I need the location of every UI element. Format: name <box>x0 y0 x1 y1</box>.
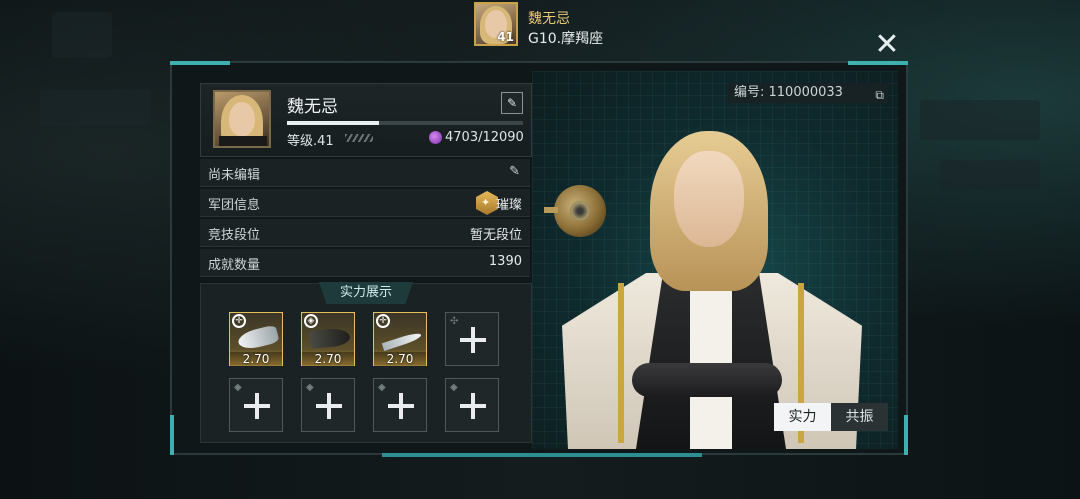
edit-name-button[interactable]: ✎ <box>501 92 523 114</box>
slot-score: 2.70 <box>302 352 354 366</box>
top-player-name: 魏无忌 <box>528 11 570 27</box>
top-player-header: 41 魏无忌 G10.摩羯座 <box>474 2 674 50</box>
showcase-slot-5[interactable]: ◆ <box>229 378 283 432</box>
power-value: 4703/12090 <box>445 130 524 145</box>
top-avatar: 41 <box>474 2 518 46</box>
target-icon: ✛ <box>232 314 246 328</box>
character-portrait <box>562 123 862 449</box>
showcase-slot-2[interactable]: ◈ 2.70 <box>301 312 355 366</box>
avatar[interactable] <box>213 90 271 148</box>
player-name: 魏无忌 <box>287 97 338 117</box>
showcase-title: 实力展示 <box>319 282 413 304</box>
xp-progress-bar <box>287 121 523 125</box>
slot-type-icon: ◆ <box>450 382 458 393</box>
add-icon <box>460 327 486 353</box>
showcase-slot-7[interactable]: ◆ <box>373 378 427 432</box>
copy-icon[interactable]: ⧉ <box>875 85 884 105</box>
background-ghost <box>940 160 1040 190</box>
slot-type-icon: ◆ <box>378 382 386 393</box>
showcase-slot-6[interactable]: ◆ <box>301 378 355 432</box>
info-row-label: 军团信息 <box>208 198 261 213</box>
info-row-value: 璀璨 <box>495 198 522 213</box>
signature-row[interactable]: 尚未编辑 ✎ <box>200 159 530 187</box>
info-row-achievements: 成就数量 1390 <box>200 249 530 277</box>
profile-card: 魏无忌 ✎ 等级.41 4703/12090 <box>200 83 532 157</box>
info-row-arena-rank: 竞技段位 暂无段位 <box>200 219 530 247</box>
info-row-value: 1390 <box>488 254 522 269</box>
slot-type-icon: ◆ <box>306 382 314 393</box>
close-icon[interactable]: ✕ <box>872 30 902 60</box>
xp-progress-fill <box>287 121 380 125</box>
target-icon: ✛ <box>376 314 390 328</box>
signature-text: 尚未编辑 <box>208 168 261 183</box>
showcase-slot-8[interactable]: ◆ <box>445 378 499 432</box>
weapon-icon <box>381 331 423 351</box>
slot-score: 2.70 <box>374 352 426 366</box>
tab-resonance[interactable]: 共振 <box>831 403 888 431</box>
slot-type-icon: ◆ <box>234 382 242 393</box>
add-icon <box>388 393 414 419</box>
info-row-value: 暂无段位 <box>469 228 522 243</box>
slot-score: 2.70 <box>230 352 282 366</box>
player-level: 等级.41 <box>287 134 334 149</box>
serial-number: 编号: 110000033 ⧉ <box>728 83 888 103</box>
add-icon <box>244 393 270 419</box>
weapon-icon <box>309 327 351 349</box>
weapon-icon <box>236 324 280 352</box>
background-ghost <box>920 100 1040 140</box>
strength-showcase: 实力展示 ✛ 2.70 ◈ 2.70 ✛ 2.70 ✣ ◆ ◆ ◆ ◆ <box>200 282 532 443</box>
top-server-name: G10.摩羯座 <box>528 31 604 47</box>
display-tabs: 实力 共振 <box>774 403 888 431</box>
info-row-label: 竞技段位 <box>208 228 261 243</box>
showcase-slot-3[interactable]: ✛ 2.70 <box>373 312 427 366</box>
info-row-label: 成就数量 <box>208 258 261 273</box>
tab-strength[interactable]: 实力 <box>774 403 831 431</box>
power-gem-icon <box>429 131 442 144</box>
pencil-icon[interactable]: ✎ <box>509 164 520 179</box>
slot-type-icon: ✣ <box>450 316 459 327</box>
add-icon <box>316 393 342 419</box>
background-ghost <box>52 12 112 58</box>
top-avatar-level: 41 <box>497 30 514 44</box>
legion-badge-icon: ✦ <box>476 191 498 215</box>
decorative-stripes <box>345 134 373 142</box>
showcase-slot-1[interactable]: ✛ 2.70 <box>229 312 283 366</box>
background-ghost <box>40 90 150 126</box>
showcase-slot-4[interactable]: ✣ <box>445 312 499 366</box>
add-icon <box>460 393 486 419</box>
shield-icon: ◈ <box>304 314 318 328</box>
serial-text: 编号: 110000033 <box>734 85 843 100</box>
info-row-legion[interactable]: 军团信息 ✦ 璀璨 <box>200 189 530 217</box>
player-profile-dialog: 魏无忌 ✎ 等级.41 4703/12090 尚未编辑 ✎ 军团信息 ✦ 璀璨 … <box>170 61 908 457</box>
